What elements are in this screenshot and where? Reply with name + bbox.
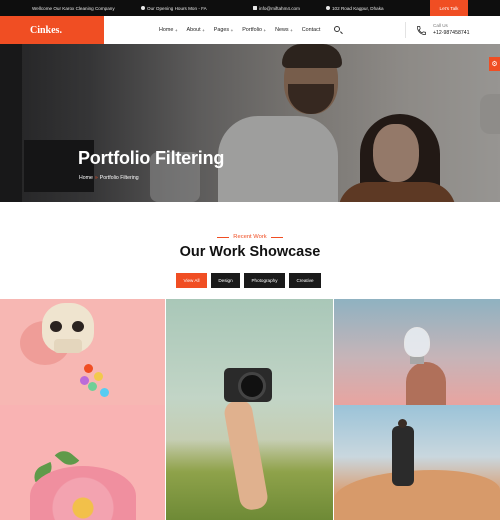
call-number[interactable]: +12-987458741 — [433, 30, 470, 36]
nav-item-home[interactable]: Home + — [159, 27, 178, 33]
main-nav: Home + About + Pages + Portfolio + News + Con… — [159, 16, 320, 44]
candy — [100, 388, 109, 397]
nav-label[interactable]: News — [275, 27, 288, 33]
welcome-text: Wellcome Our Karox Cleaning Company — [32, 0, 115, 16]
lets-talk-button[interactable]: Let's Talk — [430, 0, 468, 16]
camera-photo-icon — [224, 368, 272, 402]
breadcrumb-home[interactable]: Home — [79, 175, 93, 181]
section-title: Our Work Showcase — [179, 244, 321, 260]
camera-lens — [238, 372, 266, 400]
nav-item-news[interactable]: News + — [275, 27, 293, 33]
nav-label[interactable]: Portfolio — [242, 27, 262, 33]
main-header: Cinkes. Home + About + Pages + Portfolio + N… — [0, 16, 500, 44]
clock-icon — [141, 6, 145, 10]
call-label: Call Us — [433, 23, 448, 28]
plus-icon: + — [230, 27, 234, 33]
plus-icon: + — [290, 27, 293, 33]
nav-label[interactable]: Home — [159, 27, 173, 33]
settings-gear-button[interactable]: ⚙ — [489, 57, 500, 71]
filter-photography[interactable]: Photography — [244, 273, 285, 288]
plus-icon: + — [202, 27, 205, 33]
skull-photo-icon — [42, 303, 94, 353]
lightbulb-photo-icon — [404, 327, 430, 357]
candy — [94, 372, 103, 381]
nav-item-contact[interactable]: Contact — [302, 27, 321, 33]
site-logo[interactable]: Cinkes. — [0, 16, 104, 44]
candy — [84, 364, 93, 373]
email-label[interactable]: info@miftahm4.com — [259, 6, 300, 11]
opening-hours-label: Our Opening Hours Mon - FA — [147, 5, 207, 11]
plus-icon: + — [174, 27, 178, 33]
nav-item-pages[interactable]: Pages + — [214, 27, 233, 33]
skull-eye-left — [50, 321, 62, 332]
skull-jaw — [54, 339, 82, 353]
flower-photo-icon — [30, 466, 136, 520]
candy — [88, 382, 97, 391]
nav-item-about[interactable]: About + — [187, 27, 205, 33]
breadcrumb-separator: » — [94, 175, 98, 181]
gear-icon: ⚙ — [491, 61, 498, 68]
subtitle-line-right — [270, 236, 283, 238]
top-bar: Wellcome Our Karox Cleaning Company Our … — [0, 0, 500, 16]
nav-item-portfolio[interactable]: Portfolio + — [242, 27, 266, 33]
header-divider — [405, 22, 406, 38]
page-title: Portfolio Filtering — [78, 148, 225, 168]
candy — [80, 376, 89, 385]
breadcrumb: Home » Portfolio Filtering — [79, 175, 139, 181]
section-subtitle: Recent Work — [0, 234, 500, 240]
desert-hiker-photo-icon — [392, 426, 414, 486]
filter-creative[interactable]: Creative — [289, 273, 321, 288]
plus-icon: + — [263, 27, 267, 33]
breadcrumb-current: Portfolio Filtering — [99, 175, 139, 181]
bulb-base — [410, 356, 424, 364]
address: 102 Road Kagpur, Dhaka — [326, 0, 384, 16]
mail-icon — [253, 6, 257, 10]
search-icon[interactable] — [334, 26, 340, 32]
address-label: 102 Road Kagpur, Dhaka — [332, 5, 384, 11]
hand — [406, 362, 446, 406]
skull-eye-right — [72, 321, 84, 332]
portfolio-filters: View All Design Photography Creative — [176, 273, 321, 288]
filter-view-all[interactable]: View All — [176, 273, 207, 288]
nav-label[interactable]: Pages — [214, 27, 229, 33]
welcome-label: Wellcome Our Karox Cleaning Company — [32, 5, 115, 11]
filter-design[interactable]: Design — [211, 273, 240, 288]
location-pin-icon — [326, 6, 330, 10]
nav-label[interactable]: Contact — [302, 27, 321, 33]
nav-label[interactable]: About — [187, 27, 201, 33]
hero-overlay — [0, 44, 500, 202]
subtitle-line-left — [217, 236, 230, 238]
section-subtitle-label: Recent Work — [233, 234, 267, 240]
hiker-head — [398, 419, 407, 428]
email-link[interactable]: info@miftahm4.com — [253, 0, 300, 16]
page-hero-banner: Portfolio Filtering Home » Portfolio Fil… — [0, 44, 500, 202]
phone-icon — [417, 26, 426, 35]
opening-hours: Our Opening Hours Mon - FA — [141, 0, 207, 16]
